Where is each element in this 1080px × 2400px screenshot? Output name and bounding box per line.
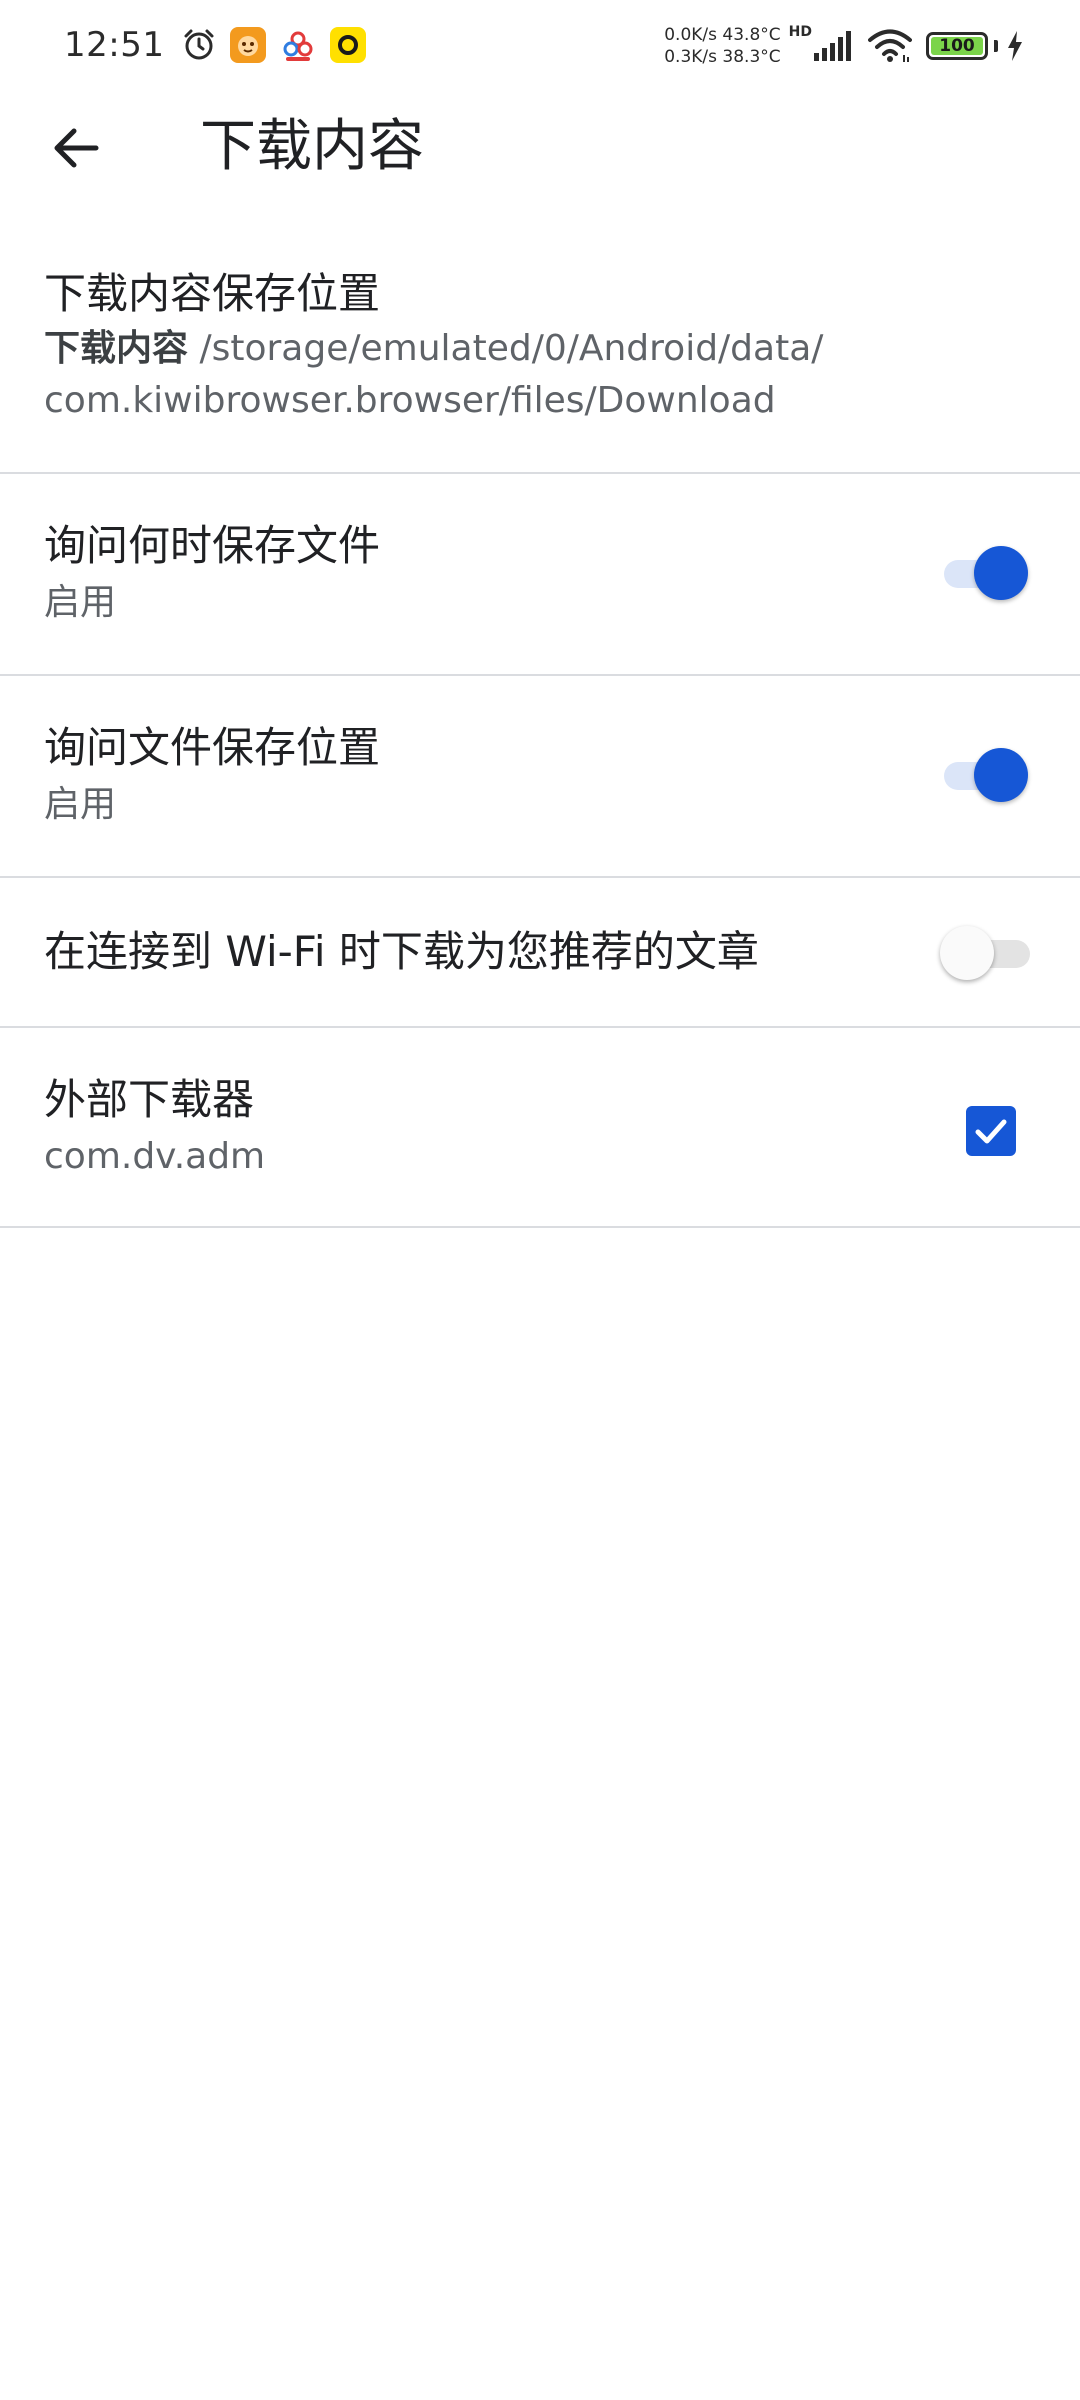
- pref-external-downloader[interactable]: 外部下载器 com.dv.adm: [0, 1028, 1080, 1228]
- battery-tip: [994, 40, 998, 52]
- yellow-app-icon: [330, 27, 367, 63]
- page-title: 下载内容: [200, 114, 424, 179]
- app-bar: 下载内容: [0, 96, 1080, 200]
- pref-wifi-download-articles[interactable]: 在连接到 Wi-Fi 时下载为您推荐的文章: [0, 878, 1080, 1028]
- network-speed: 0.0K/s 43.8°C 0.3K/s 38.3°C: [664, 24, 780, 68]
- pref-download-location-summary-bold: 下载内容: [44, 328, 189, 369]
- arrow-back-icon: [54, 128, 99, 168]
- signal-icon: [814, 31, 851, 61]
- pref-ask-when-save-summary: 启用: [44, 582, 117, 623]
- ask-where-save-toggle[interactable]: [940, 744, 1028, 804]
- pref-external-downloader-summary: com.dv.adm: [44, 1136, 266, 1177]
- charging-bolt-icon: [1008, 31, 1022, 61]
- orange-app-icon: [230, 27, 267, 63]
- alarm-icon: [184, 29, 214, 60]
- wifi-icon: [868, 29, 912, 62]
- pref-ask-where-save-summary: 启用: [44, 784, 117, 825]
- ask-when-save-toggle[interactable]: [940, 542, 1028, 602]
- pref-download-location-path-line1: /storage/emulated/0/Android/data/: [199, 328, 824, 369]
- settings-list: 下载内容保存位置 下载内容 /storage/emulated/0/Androi…: [0, 236, 1080, 1228]
- pref-download-location[interactable]: 下载内容保存位置 下载内容 /storage/emulated/0/Androi…: [0, 236, 1080, 474]
- status-bar-right: 0.0K/s 43.8°C 0.3K/s 38.3°C HD 100: [664, 18, 1024, 74]
- pref-ask-when-save[interactable]: 询问何时保存文件 启用: [0, 474, 1080, 676]
- checkmark-icon: [975, 1119, 1007, 1144]
- pref-download-location-title: 下载内容保存位置: [44, 269, 381, 318]
- status-bar: 12:51 0.0K/s 43.8°C 0.3K/s 38.3°C HD 100: [0, 0, 1080, 90]
- network-speed-down: 0.3K/s 38.3°C: [664, 47, 781, 67]
- status-time: 12:51: [64, 25, 165, 65]
- pref-download-location-summary-line1: 下载内容 /storage/emulated/0/Android/data/: [44, 324, 823, 374]
- pref-ask-when-save-title: 询问何时保存文件: [44, 521, 381, 570]
- battery-icon: 100: [926, 32, 988, 60]
- colorful-app-icon: [280, 27, 316, 63]
- network-speed-up: 0.0K/s 43.8°C: [664, 25, 781, 45]
- toggle-thumb: [940, 926, 994, 980]
- pref-external-downloader-title: 外部下载器: [44, 1075, 255, 1124]
- battery-level: 100: [939, 35, 975, 56]
- pref-wifi-download-articles-title: 在连接到 Wi-Fi 时下载为您推荐的文章: [44, 927, 759, 976]
- pref-download-location-path-line2: com.kiwibrowser.browser/files/Download: [44, 380, 776, 421]
- pref-ask-where-save[interactable]: 询问文件保存位置 启用: [0, 676, 1080, 878]
- toggle-thumb: [974, 748, 1028, 802]
- wifi-download-toggle[interactable]: [940, 922, 1030, 982]
- status-bar-left: 12:51: [64, 22, 380, 68]
- external-downloader-checkbox[interactable]: [966, 1106, 1016, 1156]
- pref-ask-where-save-title: 询问文件保存位置: [44, 723, 381, 772]
- toggle-thumb: [974, 546, 1028, 600]
- back-button[interactable]: [44, 116, 108, 180]
- hd-label: HD: [788, 24, 812, 40]
